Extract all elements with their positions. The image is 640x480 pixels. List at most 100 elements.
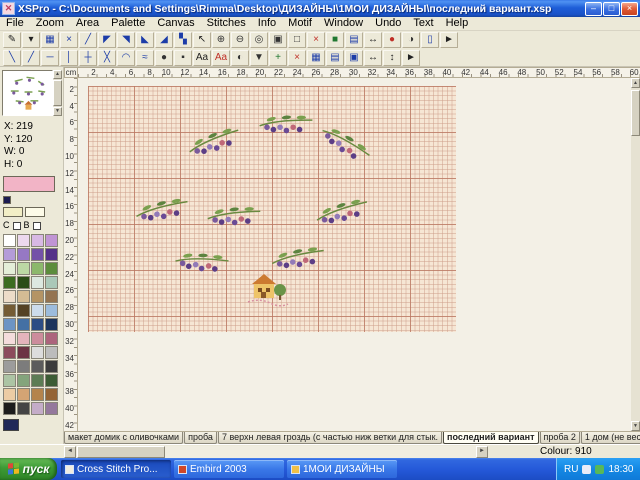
column-c-checkbox[interactable] bbox=[13, 222, 21, 230]
quarter-stitch-tr-icon[interactable]: ◥ bbox=[117, 32, 135, 48]
palette-swatch[interactable] bbox=[45, 346, 58, 359]
palette-swatch[interactable] bbox=[45, 402, 58, 415]
palette-swatch[interactable] bbox=[45, 374, 58, 387]
palette-footer-swatch[interactable] bbox=[3, 419, 19, 431]
run-icon[interactable]: ► bbox=[402, 50, 420, 66]
colour-pick-icon[interactable]: ● bbox=[383, 32, 401, 48]
palette-swatch[interactable] bbox=[17, 332, 30, 345]
maximize-button[interactable]: □ bbox=[603, 2, 620, 16]
palette-swatch[interactable] bbox=[45, 234, 58, 247]
task-button[interactable]: 1МОИ ДИЗАЙНЫ bbox=[287, 460, 397, 478]
french-knot-icon[interactable]: ● bbox=[155, 50, 173, 66]
remove-colour-icon[interactable]: × bbox=[288, 50, 306, 66]
menu-item[interactable]: Stitches bbox=[201, 17, 252, 30]
palette-swatch[interactable] bbox=[17, 290, 30, 303]
design-tab[interactable]: 1 дом (не весь для стыковки) bbox=[581, 432, 640, 444]
palette-swatch[interactable] bbox=[3, 402, 16, 415]
next-motif-icon[interactable]: ► bbox=[440, 32, 458, 48]
row-select-icon[interactable]: ▤ bbox=[345, 32, 363, 48]
wave-stitch-icon[interactable]: ≈ bbox=[136, 50, 154, 66]
vertical-scroll-thumb[interactable] bbox=[631, 90, 640, 136]
palette-swatch[interactable] bbox=[31, 402, 44, 415]
menu-item[interactable]: Area bbox=[70, 17, 105, 30]
palette-swatch[interactable] bbox=[31, 388, 44, 401]
design-tab[interactable]: последний вариант bbox=[443, 432, 538, 444]
palette-swatch[interactable] bbox=[17, 388, 30, 401]
palette-swatch[interactable] bbox=[3, 276, 16, 289]
scroll-left-icon[interactable]: ◄ bbox=[64, 446, 76, 458]
half-stitch-icon[interactable]: ╱ bbox=[79, 32, 97, 48]
pencil-dropdown-icon[interactable]: ▾ bbox=[22, 32, 40, 48]
backstitch-h-icon[interactable]: ─ bbox=[41, 50, 59, 66]
vertical-scrollbar[interactable]: ▲ ▼ bbox=[631, 78, 640, 431]
palette-swatch[interactable] bbox=[31, 318, 44, 331]
palette-swatch[interactable] bbox=[3, 262, 16, 275]
palette-swatch[interactable] bbox=[3, 346, 16, 359]
palette-swatch[interactable] bbox=[45, 262, 58, 275]
backstitch-cross-icon[interactable]: ┼ bbox=[79, 50, 97, 66]
palette-swatch[interactable] bbox=[31, 304, 44, 317]
task-button[interactable]: Embird 2003 bbox=[174, 460, 284, 478]
menu-item[interactable]: Motif bbox=[282, 17, 318, 30]
palette-swatch[interactable] bbox=[3, 360, 16, 373]
curve-stitch-icon[interactable]: ◠ bbox=[117, 50, 135, 66]
zoom-fit-icon[interactable]: ▣ bbox=[269, 32, 287, 48]
menu-item[interactable]: Info bbox=[252, 17, 282, 30]
palette-swatch[interactable] bbox=[3, 374, 16, 387]
palette-swatch[interactable] bbox=[31, 360, 44, 373]
grid-toggle-icon[interactable]: ▦ bbox=[307, 50, 325, 66]
palette-swatch[interactable] bbox=[31, 262, 44, 275]
olive-branch-motif[interactable] bbox=[257, 108, 315, 138]
palette-swatch[interactable] bbox=[45, 360, 58, 373]
palette-swatch[interactable] bbox=[31, 346, 44, 359]
design-tab[interactable]: проба 2 bbox=[540, 432, 580, 444]
menu-item[interactable]: File bbox=[0, 17, 30, 30]
palette-swatch[interactable] bbox=[17, 248, 30, 261]
palette-swatch[interactable] bbox=[31, 234, 44, 247]
palette-swatch[interactable] bbox=[17, 346, 30, 359]
start-button[interactable]: пуск bbox=[0, 458, 57, 480]
scroll-down-icon[interactable]: ▼ bbox=[631, 421, 640, 431]
palette-swatch[interactable] bbox=[17, 304, 30, 317]
select-arrow-icon[interactable]: ↖ bbox=[193, 32, 211, 48]
backstitch-v-icon[interactable]: │ bbox=[60, 50, 78, 66]
design-tab[interactable]: макет домик с оливочками bbox=[64, 432, 183, 444]
column-b-checkbox[interactable] bbox=[33, 222, 41, 230]
preview-scroll-down-icon[interactable]: ▼ bbox=[53, 107, 62, 116]
zoom-out-icon[interactable]: ⊖ bbox=[231, 32, 249, 48]
palette-swatch[interactable] bbox=[17, 360, 30, 373]
palette-swatch[interactable] bbox=[3, 234, 16, 247]
menu-item[interactable]: Palette bbox=[105, 17, 151, 30]
move-icon[interactable]: ↔ bbox=[364, 32, 382, 48]
quarter-stitch-tl-icon[interactable]: ◤ bbox=[98, 32, 116, 48]
palette-swatch[interactable] bbox=[45, 304, 58, 317]
palette-swatch[interactable] bbox=[31, 374, 44, 387]
menu-item[interactable]: Help bbox=[440, 17, 475, 30]
tray-status-icon[interactable] bbox=[595, 465, 604, 474]
menu-item[interactable]: Canvas bbox=[151, 17, 200, 30]
pencil-tool-icon[interactable]: ✎ bbox=[3, 32, 21, 48]
current-colour-swatch[interactable] bbox=[3, 176, 55, 192]
palette-swatch[interactable] bbox=[17, 234, 30, 247]
zoom-page-icon[interactable]: □ bbox=[288, 32, 306, 48]
flip-horizontal-icon[interactable]: ↔ bbox=[364, 50, 382, 66]
palette-swatch[interactable] bbox=[17, 262, 30, 275]
three-quarter-stitch-icon[interactable]: ▚ bbox=[174, 32, 192, 48]
palette-swatch[interactable] bbox=[17, 276, 30, 289]
preview-scrollbar[interactable]: ▲ ▼ bbox=[53, 70, 62, 116]
backstitch-diag2-icon[interactable]: ╱ bbox=[22, 50, 40, 66]
palette-swap-icon[interactable]: ◐ bbox=[231, 50, 249, 66]
house-motif[interactable] bbox=[246, 270, 290, 310]
design-tab[interactable]: 7 верхн левая гроздь (с частью ниж ветки… bbox=[218, 432, 442, 444]
erase-icon[interactable]: × bbox=[307, 32, 325, 48]
preview-scroll-thumb[interactable] bbox=[53, 80, 62, 106]
invert-icon[interactable]: ◑ bbox=[402, 32, 420, 48]
palette-swatch[interactable] bbox=[3, 388, 16, 401]
copy-block-icon[interactable]: ▣ bbox=[345, 50, 363, 66]
palette-swatch[interactable] bbox=[31, 248, 44, 261]
design-tab[interactable]: проба bbox=[184, 432, 217, 444]
palette-swatch[interactable] bbox=[45, 318, 58, 331]
minimize-button[interactable]: – bbox=[585, 2, 602, 16]
menu-item[interactable]: Text bbox=[407, 17, 439, 30]
olive-branch-motif[interactable] bbox=[206, 201, 263, 229]
